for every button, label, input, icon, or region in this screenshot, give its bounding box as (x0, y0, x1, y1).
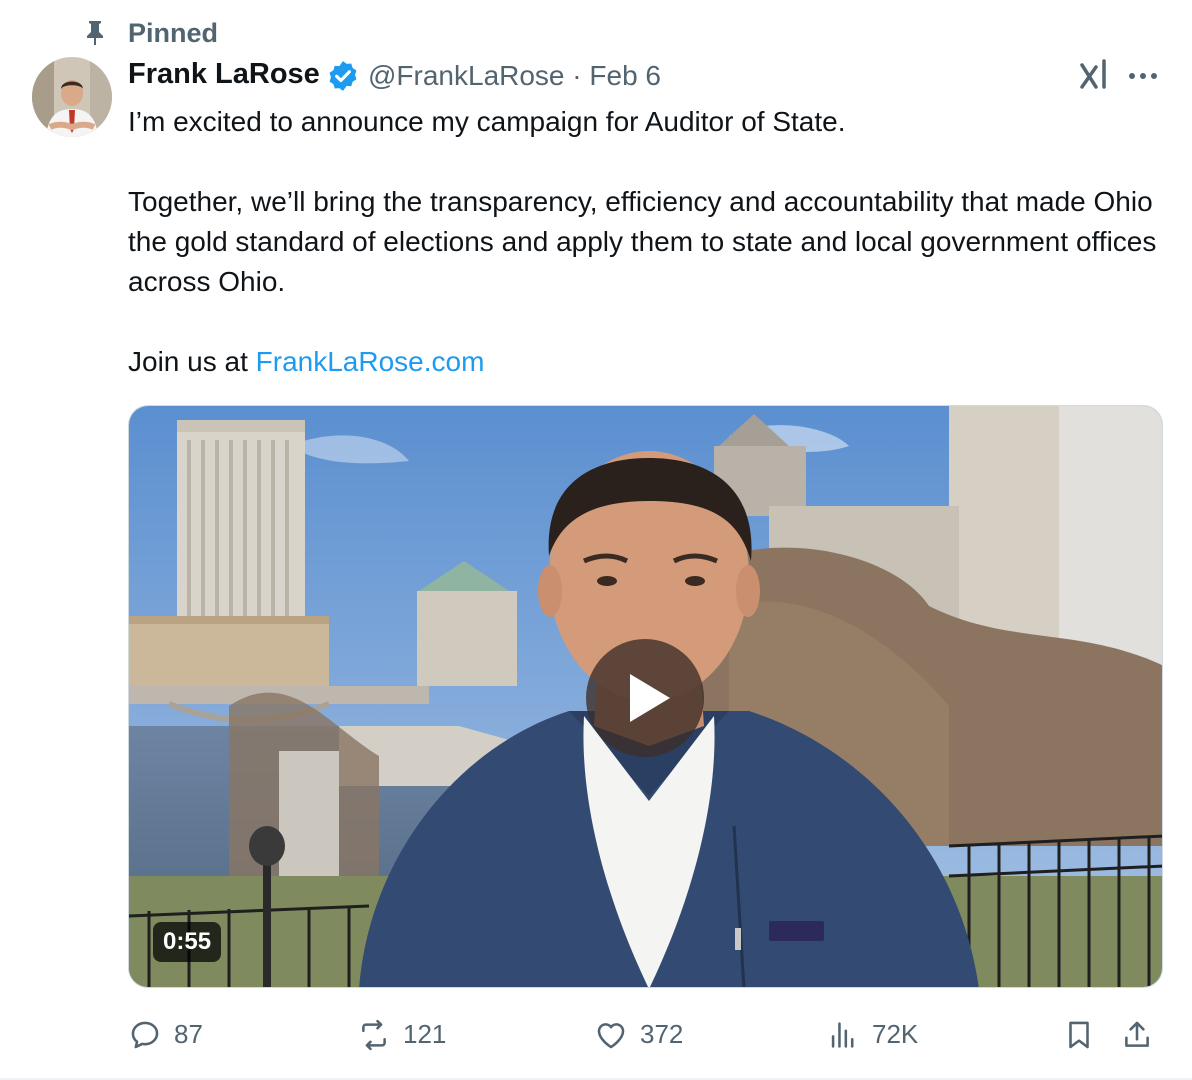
verified-badge-icon[interactable] (326, 59, 360, 93)
play-button[interactable] (586, 639, 704, 757)
bookmark-button[interactable] (1062, 1012, 1102, 1056)
tweet-text: I’m excited to announce my campaign for … (128, 102, 1168, 382)
analytics-icon (826, 1018, 860, 1052)
meta-separator: · (572, 60, 581, 91)
tweet-card[interactable]: Pinned Frank LaRose @FrankLaRose · Feb 6 (0, 0, 1192, 1080)
play-icon (630, 674, 670, 722)
reply-count: 87 (174, 1019, 203, 1050)
repost-icon (357, 1018, 391, 1052)
pinned-indicator: Pinned (0, 14, 400, 50)
repost-button[interactable]: 121 (357, 1012, 477, 1056)
tweet-header: Frank LaRose @FrankLaRose · Feb 6 (128, 55, 1168, 99)
repost-count: 121 (403, 1019, 446, 1050)
video-duration-badge: 0:55 (153, 922, 221, 962)
action-bar: 87 121 372 72K (128, 1012, 1168, 1056)
grok-icon[interactable] (1076, 57, 1112, 93)
share-button[interactable] (1120, 1012, 1160, 1056)
join-prefix: Join us at (128, 346, 256, 377)
reply-icon (128, 1018, 162, 1052)
pin-icon (83, 19, 107, 47)
tweet-line-1: I’m excited to announce my campaign for … (128, 102, 1168, 142)
pinned-label: Pinned (128, 18, 218, 49)
avatar[interactable] (32, 57, 112, 137)
more-options-icon[interactable] (1123, 61, 1163, 91)
reply-button[interactable]: 87 (128, 1012, 228, 1056)
avatar-photo (32, 57, 112, 137)
tweet-paragraph-2: Together, we’ll bring the transparency, … (128, 182, 1168, 302)
website-link[interactable]: FrankLaRose.com (256, 346, 485, 377)
like-button[interactable]: 372 (594, 1012, 714, 1056)
heart-icon (594, 1018, 628, 1052)
author-display-name[interactable]: Frank LaRose (128, 58, 320, 91)
tweet-join-line: Join us at FrankLaRose.com (128, 342, 1168, 382)
view-count: 72K (872, 1019, 918, 1050)
share-icon (1120, 1018, 1154, 1052)
like-count: 372 (640, 1019, 683, 1050)
tweet-date[interactable]: Feb 6 (589, 60, 661, 91)
bookmark-icon (1062, 1018, 1096, 1052)
author-handle-and-date: @FrankLaRose · Feb 6 (368, 60, 661, 92)
author-handle[interactable]: @FrankLaRose (368, 60, 565, 91)
views-button[interactable]: 72K (826, 1012, 946, 1056)
video-player[interactable]: 0:55 (128, 405, 1163, 988)
